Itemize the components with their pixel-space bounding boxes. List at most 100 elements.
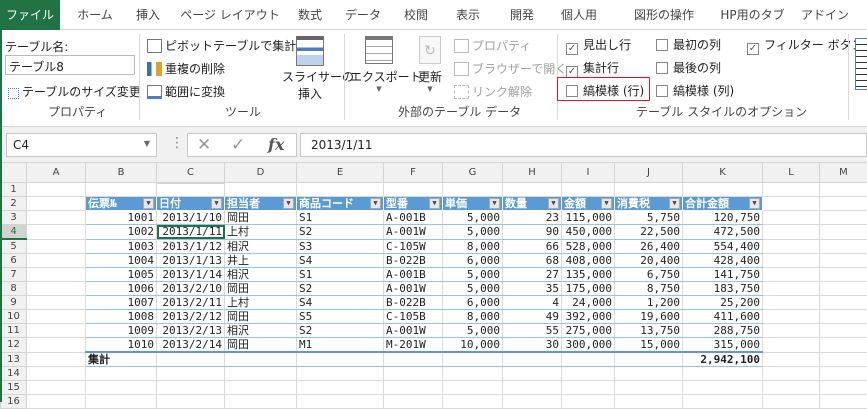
- table-cell[interactable]: 1005: [86, 268, 157, 282]
- tab-hp[interactable]: HP用のタブ: [715, 0, 790, 30]
- cell[interactable]: [820, 338, 867, 353]
- export-button[interactable]: エクスポート ▼: [350, 36, 408, 93]
- table-cell[interactable]: S1: [297, 211, 384, 225]
- table-header-cell[interactable]: 担当者▼: [225, 197, 297, 211]
- table-cell[interactable]: 2013/2/14: [157, 338, 225, 353]
- cell[interactable]: [503, 183, 562, 197]
- table-cell[interactable]: S2: [297, 324, 384, 338]
- table-cell[interactable]: 1008: [86, 310, 157, 324]
- tab-view[interactable]: 表示: [448, 0, 488, 30]
- cell[interactable]: [820, 381, 867, 395]
- cell[interactable]: [86, 367, 157, 381]
- pivot-summarize-button[interactable]: ピボットテーブルで集計: [147, 37, 296, 54]
- table-cell[interactable]: 35: [503, 282, 562, 296]
- tab-personal[interactable]: 個人用: [556, 0, 602, 30]
- table-cell[interactable]: 288,750: [683, 324, 763, 338]
- cell[interactable]: [384, 381, 443, 395]
- cell[interactable]: [763, 296, 820, 310]
- cell[interactable]: [820, 197, 867, 211]
- resize-table-button[interactable]: テーブルのサイズ変更: [8, 83, 141, 100]
- table-cell[interactable]: 4: [503, 296, 562, 310]
- table-header-cell[interactable]: 消費税▼: [615, 197, 683, 211]
- table-cell[interactable]: M1: [297, 338, 384, 353]
- cell[interactable]: [384, 183, 443, 197]
- table-cell[interactable]: 6,000: [443, 254, 503, 268]
- table-cell[interactable]: 1007: [86, 296, 157, 310]
- cell[interactable]: [86, 381, 157, 395]
- table-cell[interactable]: 2013/1/13: [157, 254, 225, 268]
- total-row-cell[interactable]: [157, 352, 225, 367]
- total-row-cell[interactable]: [503, 352, 562, 367]
- header-row-checkbox[interactable]: ✓見出し行: [566, 36, 631, 55]
- column-header-I[interactable]: I: [562, 163, 615, 183]
- table-cell[interactable]: 115,000: [562, 211, 615, 225]
- table-cell[interactable]: S2: [297, 282, 384, 296]
- table-cell[interactable]: 19,600: [615, 310, 683, 324]
- table-cell[interactable]: 1009: [86, 324, 157, 338]
- table-cell[interactable]: 2013/1/14: [157, 268, 225, 282]
- cell[interactable]: [503, 381, 562, 395]
- table-cell[interactable]: 2013/1/10: [157, 211, 225, 225]
- table-header-cell[interactable]: 伝票№▼: [86, 197, 157, 211]
- cell[interactable]: [27, 225, 86, 240]
- cell[interactable]: [763, 338, 820, 353]
- table-style-gallery[interactable]: [855, 38, 867, 90]
- table-cell[interactable]: 岡田: [225, 211, 297, 225]
- table-cell[interactable]: 23: [503, 211, 562, 225]
- total-row-cell[interactable]: [384, 352, 443, 367]
- total-value-cell[interactable]: 2,942,100: [683, 352, 763, 367]
- cell[interactable]: [27, 211, 86, 225]
- unlink-button[interactable]: リンク解除: [454, 83, 532, 100]
- table-name-input[interactable]: テーブル8: [5, 55, 135, 75]
- cell[interactable]: [763, 282, 820, 296]
- cell[interactable]: [820, 183, 867, 197]
- table-cell[interactable]: A-001B: [384, 211, 443, 225]
- table-cell[interactable]: A-001W: [384, 225, 443, 240]
- table-header-cell[interactable]: 金額▼: [562, 197, 615, 211]
- filter-dropdown-icon[interactable]: ▼: [548, 198, 559, 209]
- cell[interactable]: [763, 211, 820, 225]
- row-header-2[interactable]: 2: [1, 197, 27, 211]
- cell[interactable]: [763, 183, 820, 197]
- table-cell[interactable]: 相沢: [225, 268, 297, 282]
- cell[interactable]: [820, 296, 867, 310]
- table-cell[interactable]: 5,000: [443, 268, 503, 282]
- total-row-cell[interactable]: [225, 352, 297, 367]
- row-header-8[interactable]: 8: [1, 282, 27, 296]
- table-header-cell[interactable]: 商品コード▼: [297, 197, 384, 211]
- cell[interactable]: [820, 254, 867, 268]
- filter-dropdown-icon[interactable]: ▼: [370, 198, 381, 209]
- cell[interactable]: [820, 239, 867, 254]
- table-cell[interactable]: A-001B: [384, 268, 443, 282]
- filter-button-checkbox[interactable]: ✓フィルター ボタン: [747, 36, 864, 55]
- table-cell[interactable]: 6,000: [443, 296, 503, 310]
- table-cell[interactable]: 上村: [225, 296, 297, 310]
- table-cell[interactable]: 411,600: [683, 310, 763, 324]
- enter-icon[interactable]: ✓: [231, 135, 245, 155]
- table-cell[interactable]: 8,000: [443, 310, 503, 324]
- filter-dropdown-icon[interactable]: ▼: [749, 198, 760, 209]
- last-column-checkbox[interactable]: 最後の列: [656, 59, 721, 76]
- cell[interactable]: [763, 381, 820, 395]
- cell[interactable]: [763, 254, 820, 268]
- filter-dropdown-icon[interactable]: ▼: [143, 198, 154, 209]
- column-header-G[interactable]: G: [443, 163, 503, 183]
- cell[interactable]: [820, 268, 867, 282]
- filter-dropdown-icon[interactable]: ▼: [669, 198, 680, 209]
- table-cell[interactable]: 1006: [86, 282, 157, 296]
- cell[interactable]: [503, 367, 562, 381]
- table-cell[interactable]: 22,500: [615, 225, 683, 240]
- cell[interactable]: [683, 183, 763, 197]
- row-header-9[interactable]: 9: [1, 296, 27, 310]
- total-label-cell[interactable]: 集計: [86, 352, 157, 367]
- cell[interactable]: [820, 282, 867, 296]
- table-cell[interactable]: S4: [297, 296, 384, 310]
- row-header-12[interactable]: 12: [1, 338, 27, 353]
- tab-review[interactable]: 校閲: [396, 0, 436, 30]
- tab-page-layout[interactable]: ページ レイアウト: [180, 0, 280, 30]
- cell[interactable]: [297, 367, 384, 381]
- table-cell[interactable]: B-022B: [384, 296, 443, 310]
- cell[interactable]: [27, 268, 86, 282]
- cell[interactable]: [384, 367, 443, 381]
- table-header-cell[interactable]: 数量▼: [503, 197, 562, 211]
